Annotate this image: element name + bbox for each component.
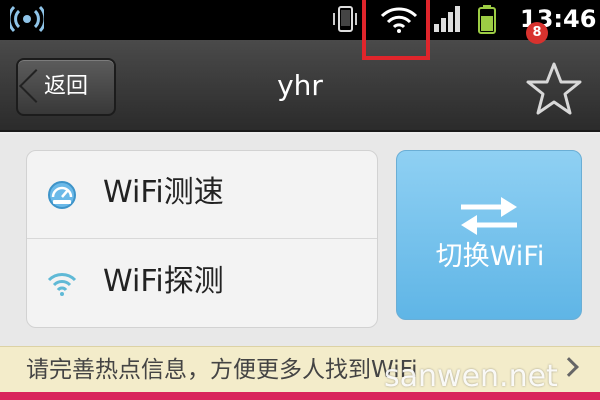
battery-icon [478,5,496,34]
wifi-hotspot-icon [10,5,44,33]
content-panel: WiFi测速 WiFi探测 切换WiFi [0,134,600,346]
switch-wifi-button[interactable]: 切换WiFi [396,150,582,320]
chevron-right-icon [559,357,579,377]
menu-item-label: WiFi探测 [103,264,224,299]
speedometer-icon [48,181,76,209]
swap-arrows-icon [461,197,517,235]
back-button[interactable]: 返回 [16,58,116,116]
favorite-badge: 8 [526,22,548,44]
star-icon[interactable] [518,56,582,118]
switch-wifi-label: 切换WiFi [435,241,545,272]
menu-item-speed-test[interactable]: WiFi测速 [27,151,377,239]
phone-vibrate-icon [333,6,357,32]
notice-text: 请完善热点信息，方便更多人找到WiFi [26,357,418,383]
menu-item-detect[interactable]: WiFi探测 [27,240,377,327]
menu-item-label: WiFi测速 [103,175,224,210]
page-title: yhr [277,69,323,102]
wifi-icon [47,273,77,296]
watermark: sanwen.net [384,359,558,394]
highlight-box [362,0,430,60]
wifi-tools-card: WiFi测速 WiFi探测 [26,150,378,328]
cell-signal-icon [434,6,460,32]
title-bar: 返回 yhr [0,40,600,132]
status-bar: 13:46 [0,0,600,40]
